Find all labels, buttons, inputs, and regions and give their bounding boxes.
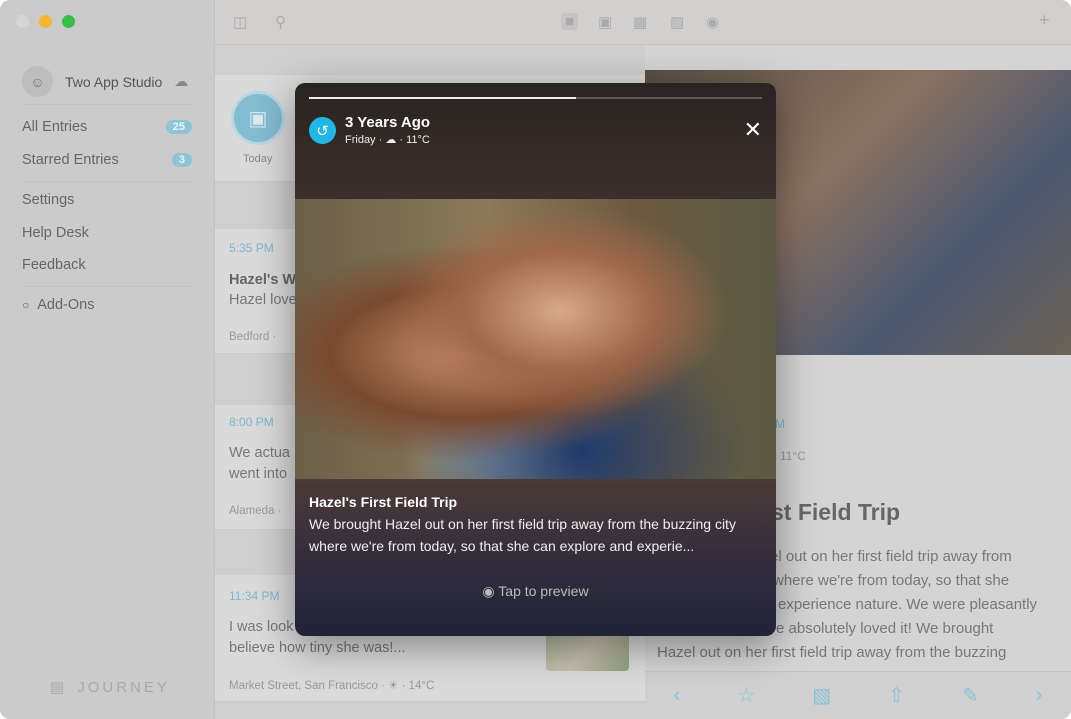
previous-icon[interactable]: ‹ <box>674 684 681 707</box>
throwback-subtitle: Friday · ☁ · 11°C <box>345 134 430 146</box>
divider <box>22 104 192 105</box>
label: Add-Ons <box>37 297 95 313</box>
close-window-button[interactable] <box>16 15 29 28</box>
entry-title: Hazel's First Field Trip <box>309 494 458 510</box>
sidebar-item-all-entries[interactable]: All Entries 25 <box>22 119 192 135</box>
map-view-icon[interactable]: ▧ <box>670 13 684 31</box>
story-progress-bar <box>309 97 762 99</box>
entry-excerpt: We brought Hazel out on her first field … <box>309 516 736 554</box>
entry-time: 5:35 PM <box>229 241 274 255</box>
toolbar: ◫ ⚲ ■ ▣ ▦ ▧ ◉ + <box>215 0 1071 45</box>
close-icon[interactable]: ✕ <box>744 119 762 141</box>
preview-label: Tap to preview <box>498 583 589 599</box>
atlas-view-icon[interactable]: ◉ <box>706 13 719 31</box>
count-badge: 25 <box>165 120 192 134</box>
detail-title: st Field Trip <box>771 499 901 525</box>
sidebar-item-add-ons[interactable]: ○ Add-Ons <box>22 297 192 313</box>
entry-photo <box>295 199 776 479</box>
minimize-window-button[interactable] <box>39 15 52 28</box>
sidebar-item-feedback[interactable]: Feedback <box>22 257 192 273</box>
avatar: ☺ <box>22 66 53 97</box>
logo-text: JOURNEY <box>77 678 170 696</box>
search-icon[interactable]: ⚲ <box>275 13 286 31</box>
entry-title: Hazel's W <box>229 272 297 288</box>
next-icon[interactable]: › <box>1036 684 1043 707</box>
entry-text: I was look <box>229 619 294 635</box>
timeline-view-icon[interactable]: ■ <box>561 13 579 30</box>
count-badge: 3 <box>171 153 192 167</box>
entry-meta: Market Street, San Francisco · ☀ · 14°C <box>229 680 435 692</box>
label: Starred Entries <box>22 152 119 168</box>
entry-meta: Bedford · <box>229 331 277 343</box>
entry-text: Hazel love <box>229 292 297 308</box>
progress-fill <box>309 97 577 99</box>
history-icon: ↺ <box>309 117 336 144</box>
award-icon: ○ <box>22 298 30 312</box>
throwback-title: 3 Years Ago <box>345 114 431 131</box>
entry-meta: Alameda · <box>229 505 282 517</box>
account[interactable]: ☺ Two App Studio ☁ <box>22 66 188 97</box>
eye-icon: ◉ <box>482 583 495 599</box>
detail-time: M <box>775 417 785 431</box>
add-entry-icon[interactable]: + <box>1039 10 1050 31</box>
label: Feedback <box>22 257 86 273</box>
calendar-view-icon[interactable]: ▣ <box>598 13 612 31</box>
sidebar-item-settings[interactable]: Settings <box>22 192 192 208</box>
edit-icon[interactable]: ✎ <box>962 683 979 708</box>
star-icon[interactable]: ☆ <box>737 683 755 708</box>
sidebar-item-starred-entries[interactable]: Starred Entries 3 <box>22 152 192 168</box>
detail-weather: 11°C <box>780 449 806 463</box>
share-icon[interactable]: ⇧ <box>888 683 905 708</box>
today-inbox-icon[interactable]: ▣ <box>231 91 285 145</box>
entry-text: went into <box>229 466 288 482</box>
body-line: Hazel out on her first field trip away f… <box>657 644 1007 661</box>
detail-bottom-bar: ‹ ☆ ▧ ⇧ ✎ › <box>645 671 1071 719</box>
divider <box>22 286 192 287</box>
journal-icon: ▤ <box>50 679 68 696</box>
journey-logo: ▤ JOURNEY <box>50 678 170 697</box>
app-window: ☺ Two App Studio ☁ All Entries 25 Starred… <box>0 0 1071 719</box>
divider <box>22 181 192 182</box>
sidebar-toggle-icon[interactable]: ◫ <box>233 13 247 31</box>
sidebar: ☺ Two App Studio ☁ All Entries 25 Starred… <box>0 0 215 719</box>
today-label: Today <box>243 153 273 165</box>
photos-view-icon[interactable]: ▦ <box>633 13 647 31</box>
label: All Entries <box>22 119 88 135</box>
zoom-window-button[interactable] <box>62 15 75 28</box>
cloud-icon: ☁ <box>174 73 189 89</box>
throwback-preview-card[interactable]: ↺ 3 Years Ago Friday · ☁ · 11°C ✕ Hazel'… <box>295 83 776 636</box>
entry-thumbnail <box>546 631 629 671</box>
entry-time: 11:34 PM <box>229 589 280 603</box>
map-icon[interactable]: ▧ <box>812 683 831 708</box>
entry-time: 8:00 PM <box>229 415 274 429</box>
account-name: Two App Studio <box>65 73 163 90</box>
entry-text: believe how tiny she was!... <box>229 640 406 656</box>
entry-text: We actua <box>229 445 290 461</box>
label: Settings <box>22 192 75 208</box>
label: Help Desk <box>22 225 89 241</box>
sidebar-item-help-desk[interactable]: Help Desk <box>22 225 192 241</box>
tap-to-preview-button[interactable]: ◉ Tap to preview <box>295 583 776 600</box>
